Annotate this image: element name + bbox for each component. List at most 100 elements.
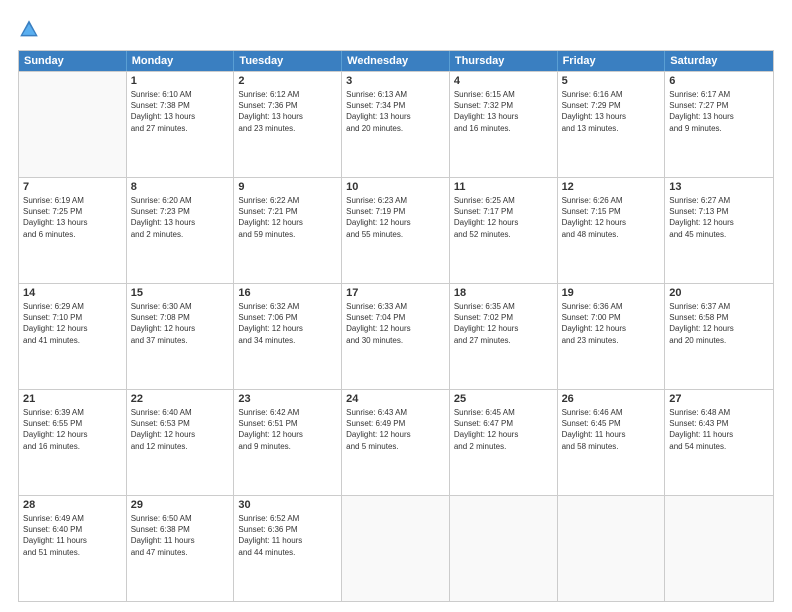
day-cell-8: 8Sunrise: 6:20 AMSunset: 7:23 PMDaylight… bbox=[127, 178, 235, 283]
cell-line: Sunset: 7:25 PM bbox=[23, 206, 122, 217]
cell-line: Daylight: 13 hours bbox=[454, 111, 553, 122]
day-number: 8 bbox=[131, 181, 230, 193]
cell-line: Daylight: 12 hours bbox=[562, 217, 661, 228]
cell-line: Sunrise: 6:46 AM bbox=[562, 407, 661, 418]
empty-cell bbox=[558, 496, 666, 601]
cell-line: and 12 minutes. bbox=[131, 441, 230, 452]
cell-line: Sunset: 6:53 PM bbox=[131, 418, 230, 429]
cell-line: Sunset: 7:15 PM bbox=[562, 206, 661, 217]
cell-line: Sunset: 7:23 PM bbox=[131, 206, 230, 217]
cell-line: and 41 minutes. bbox=[23, 335, 122, 346]
day-cell-14: 14Sunrise: 6:29 AMSunset: 7:10 PMDayligh… bbox=[19, 284, 127, 389]
day-cell-23: 23Sunrise: 6:42 AMSunset: 6:51 PMDayligh… bbox=[234, 390, 342, 495]
cell-line: Sunset: 7:13 PM bbox=[669, 206, 769, 217]
cell-line: and 54 minutes. bbox=[669, 441, 769, 452]
day-cell-28: 28Sunrise: 6:49 AMSunset: 6:40 PMDayligh… bbox=[19, 496, 127, 601]
day-number: 25 bbox=[454, 393, 553, 405]
cell-line: and 9 minutes. bbox=[238, 441, 337, 452]
cell-line: Sunrise: 6:25 AM bbox=[454, 195, 553, 206]
cell-line: and 58 minutes. bbox=[562, 441, 661, 452]
logo-icon bbox=[18, 18, 40, 40]
day-number: 19 bbox=[562, 287, 661, 299]
day-cell-6: 6Sunrise: 6:17 AMSunset: 7:27 PMDaylight… bbox=[665, 72, 773, 177]
cell-line: Sunset: 7:06 PM bbox=[238, 312, 337, 323]
day-cell-11: 11Sunrise: 6:25 AMSunset: 7:17 PMDayligh… bbox=[450, 178, 558, 283]
cell-line: Sunset: 6:40 PM bbox=[23, 524, 122, 535]
cell-line: and 27 minutes. bbox=[454, 335, 553, 346]
cell-line: Sunset: 7:19 PM bbox=[346, 206, 445, 217]
cell-line: Sunrise: 6:16 AM bbox=[562, 89, 661, 100]
cell-line: and 44 minutes. bbox=[238, 547, 337, 558]
logo bbox=[18, 18, 44, 40]
header-cell-monday: Monday bbox=[127, 51, 235, 71]
header-cell-saturday: Saturday bbox=[665, 51, 773, 71]
week-row-3: 14Sunrise: 6:29 AMSunset: 7:10 PMDayligh… bbox=[19, 283, 773, 389]
cell-line: and 34 minutes. bbox=[238, 335, 337, 346]
cell-line: Sunset: 6:47 PM bbox=[454, 418, 553, 429]
cell-line: Daylight: 12 hours bbox=[454, 429, 553, 440]
day-number: 6 bbox=[669, 75, 769, 87]
cell-line: and 30 minutes. bbox=[346, 335, 445, 346]
day-cell-27: 27Sunrise: 6:48 AMSunset: 6:43 PMDayligh… bbox=[665, 390, 773, 495]
day-cell-7: 7Sunrise: 6:19 AMSunset: 7:25 PMDaylight… bbox=[19, 178, 127, 283]
cell-line: Sunrise: 6:13 AM bbox=[346, 89, 445, 100]
cell-line: Sunrise: 6:33 AM bbox=[346, 301, 445, 312]
cell-line: and 16 minutes. bbox=[23, 441, 122, 452]
cell-line: and 47 minutes. bbox=[131, 547, 230, 558]
cell-line: and 2 minutes. bbox=[131, 229, 230, 240]
week-row-2: 7Sunrise: 6:19 AMSunset: 7:25 PMDaylight… bbox=[19, 177, 773, 283]
cell-line: and 16 minutes. bbox=[454, 123, 553, 134]
day-number: 3 bbox=[346, 75, 445, 87]
cell-line: and 23 minutes. bbox=[562, 335, 661, 346]
cell-line: Sunset: 7:36 PM bbox=[238, 100, 337, 111]
day-cell-25: 25Sunrise: 6:45 AMSunset: 6:47 PMDayligh… bbox=[450, 390, 558, 495]
cell-line: Daylight: 12 hours bbox=[238, 323, 337, 334]
cell-line: Daylight: 13 hours bbox=[131, 111, 230, 122]
header-cell-wednesday: Wednesday bbox=[342, 51, 450, 71]
day-cell-1: 1Sunrise: 6:10 AMSunset: 7:38 PMDaylight… bbox=[127, 72, 235, 177]
cell-line: and 20 minutes. bbox=[346, 123, 445, 134]
week-row-5: 28Sunrise: 6:49 AMSunset: 6:40 PMDayligh… bbox=[19, 495, 773, 601]
cell-line: Sunrise: 6:17 AM bbox=[669, 89, 769, 100]
cell-line: Daylight: 12 hours bbox=[346, 429, 445, 440]
cell-line: Sunrise: 6:12 AM bbox=[238, 89, 337, 100]
day-cell-9: 9Sunrise: 6:22 AMSunset: 7:21 PMDaylight… bbox=[234, 178, 342, 283]
cell-line: Daylight: 12 hours bbox=[23, 323, 122, 334]
day-number: 4 bbox=[454, 75, 553, 87]
cell-line: Daylight: 12 hours bbox=[562, 323, 661, 334]
cell-line: Sunrise: 6:39 AM bbox=[23, 407, 122, 418]
week-row-1: 1Sunrise: 6:10 AMSunset: 7:38 PMDaylight… bbox=[19, 71, 773, 177]
cell-line: and 2 minutes. bbox=[454, 441, 553, 452]
calendar-header: SundayMondayTuesdayWednesdayThursdayFrid… bbox=[19, 51, 773, 71]
day-cell-16: 16Sunrise: 6:32 AMSunset: 7:06 PMDayligh… bbox=[234, 284, 342, 389]
cell-line: Daylight: 12 hours bbox=[238, 217, 337, 228]
day-cell-21: 21Sunrise: 6:39 AMSunset: 6:55 PMDayligh… bbox=[19, 390, 127, 495]
cell-line: Daylight: 12 hours bbox=[23, 429, 122, 440]
cell-line: Sunrise: 6:20 AM bbox=[131, 195, 230, 206]
calendar: SundayMondayTuesdayWednesdayThursdayFrid… bbox=[18, 50, 774, 602]
cell-line: and 59 minutes. bbox=[238, 229, 337, 240]
cell-line: and 55 minutes. bbox=[346, 229, 445, 240]
day-number: 13 bbox=[669, 181, 769, 193]
day-cell-17: 17Sunrise: 6:33 AMSunset: 7:04 PMDayligh… bbox=[342, 284, 450, 389]
cell-line: Sunset: 7:02 PM bbox=[454, 312, 553, 323]
cell-line: Sunset: 7:32 PM bbox=[454, 100, 553, 111]
day-number: 27 bbox=[669, 393, 769, 405]
cell-line: Sunrise: 6:42 AM bbox=[238, 407, 337, 418]
cell-line: Sunset: 7:27 PM bbox=[669, 100, 769, 111]
day-number: 18 bbox=[454, 287, 553, 299]
day-cell-2: 2Sunrise: 6:12 AMSunset: 7:36 PMDaylight… bbox=[234, 72, 342, 177]
cell-line: Sunset: 6:45 PM bbox=[562, 418, 661, 429]
cell-line: Sunset: 7:04 PM bbox=[346, 312, 445, 323]
cell-line: Daylight: 12 hours bbox=[669, 323, 769, 334]
page-header bbox=[18, 18, 774, 40]
cell-line: Daylight: 11 hours bbox=[238, 535, 337, 546]
cell-line: Sunset: 6:43 PM bbox=[669, 418, 769, 429]
day-cell-12: 12Sunrise: 6:26 AMSunset: 7:15 PMDayligh… bbox=[558, 178, 666, 283]
cell-line: Sunset: 6:36 PM bbox=[238, 524, 337, 535]
cell-line: Sunset: 6:49 PM bbox=[346, 418, 445, 429]
cell-line: Sunset: 7:17 PM bbox=[454, 206, 553, 217]
day-number: 9 bbox=[238, 181, 337, 193]
day-number: 28 bbox=[23, 499, 122, 511]
cell-line: Sunset: 6:38 PM bbox=[131, 524, 230, 535]
